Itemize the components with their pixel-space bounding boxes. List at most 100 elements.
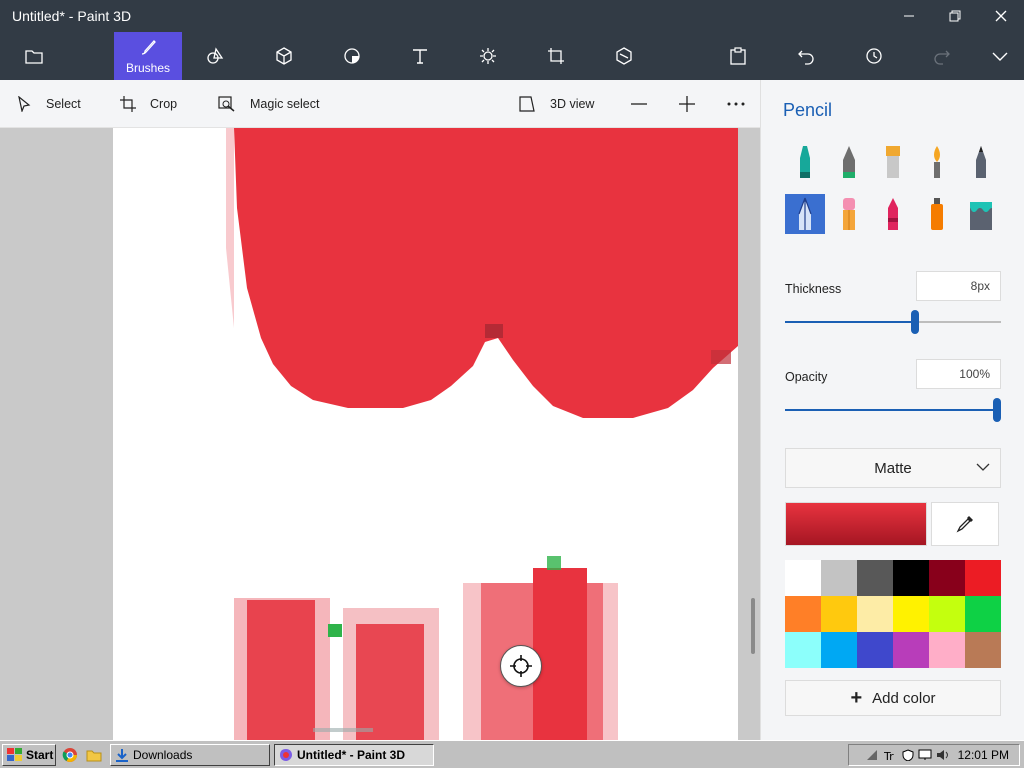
palette-swatch[interactable] <box>821 560 857 596</box>
ribbon: Brushes <box>0 32 1024 80</box>
eyedropper-button[interactable] <box>931 502 999 546</box>
tab-3d-library[interactable] <box>590 32 658 80</box>
drawing-canvas[interactable] <box>113 128 738 740</box>
3d-view-icon <box>519 96 535 112</box>
palette-swatch[interactable] <box>893 560 929 596</box>
pixel-pen-icon <box>798 197 812 230</box>
marker-icon <box>800 146 810 178</box>
palette-swatch[interactable] <box>857 596 893 632</box>
zoom-in-button[interactable] <box>678 80 710 128</box>
3d-library-icon <box>616 47 632 65</box>
tab-canvas[interactable] <box>522 32 590 80</box>
spray-can-tool[interactable] <box>917 194 957 234</box>
opacity-input[interactable]: 100% <box>916 359 1001 389</box>
menu-button[interactable] <box>0 32 68 80</box>
text-icon <box>413 49 427 64</box>
tab-3d-shapes[interactable] <box>250 32 318 80</box>
language-icon[interactable]: Tr <box>884 749 898 761</box>
opacity-slider-thumb[interactable] <box>993 398 1001 422</box>
eraser-icon <box>843 198 855 230</box>
download-arrow-icon <box>116 749 128 762</box>
taskbar-downloads-label: Downloads <box>133 748 193 762</box>
palette-swatch[interactable] <box>893 596 929 632</box>
rotate-handle[interactable] <box>500 645 542 687</box>
zoom-out-button[interactable] <box>630 80 662 128</box>
marker-tool[interactable] <box>785 142 825 182</box>
start-button[interactable]: Start <box>2 744 56 766</box>
2d-shapes-icon <box>207 47 224 64</box>
canvas-area[interactable] <box>0 128 760 740</box>
opacity-slider-fill <box>785 409 1001 411</box>
3d-view-button[interactable]: 3D view <box>518 80 594 128</box>
tab-text[interactable] <box>386 32 454 80</box>
pixel-pen-tool[interactable] <box>785 194 825 234</box>
palette-swatch[interactable] <box>929 632 965 668</box>
paste-icon <box>730 47 746 65</box>
palette-swatch[interactable] <box>785 596 821 632</box>
tab-brushes-label: Brushes <box>125 60 171 75</box>
palette-swatch[interactable] <box>965 632 1001 668</box>
paste-button[interactable] <box>704 32 772 80</box>
undo-icon <box>798 50 814 65</box>
select-button[interactable]: Select <box>16 80 81 128</box>
minimize-button[interactable] <box>886 0 932 32</box>
chrome-quicklaunch-icon[interactable] <box>62 747 78 768</box>
eraser-tool[interactable] <box>829 194 869 234</box>
palette-swatch[interactable] <box>821 632 857 668</box>
undo-button[interactable] <box>772 32 840 80</box>
taskbar-downloads[interactable]: Downloads <box>110 744 270 766</box>
thickness-input[interactable]: 8px <box>916 271 1001 301</box>
oil-brush-tool[interactable] <box>873 142 913 182</box>
magic-select-button[interactable]: Magic select <box>218 80 319 128</box>
plus-icon <box>679 96 695 112</box>
fill-tool[interactable] <box>961 194 1001 234</box>
close-button[interactable] <box>978 0 1024 32</box>
add-color-button[interactable]: + Add color <box>785 680 1001 716</box>
brush-panel: Pencil Thickness 8px Opacity 100% Matte … <box>760 80 1024 740</box>
tab-brushes[interactable]: Brushes <box>114 32 182 80</box>
thickness-slider-thumb[interactable] <box>911 310 919 334</box>
palette-swatch[interactable] <box>785 560 821 596</box>
palette-swatch[interactable] <box>821 596 857 632</box>
tab-2d-shapes[interactable] <box>182 32 250 80</box>
palette-swatch[interactable] <box>965 596 1001 632</box>
opacity-slider[interactable] <box>785 398 1001 422</box>
windows-logo-icon <box>7 748 22 761</box>
thickness-slider[interactable] <box>785 310 1001 334</box>
tab-stickers[interactable] <box>318 32 386 80</box>
crayon-tool[interactable] <box>873 194 913 234</box>
calligraphy-pen-tool[interactable] <box>829 142 869 182</box>
watercolor-tool[interactable] <box>917 142 957 182</box>
palette-swatch[interactable] <box>893 632 929 668</box>
restore-button[interactable] <box>932 0 978 32</box>
palette-swatch[interactable] <box>965 560 1001 596</box>
explorer-quicklaunch-icon[interactable] <box>86 747 102 768</box>
pencil-tool[interactable] <box>961 142 1001 182</box>
palette-swatch[interactable] <box>785 632 821 668</box>
palette-swatch[interactable] <box>857 632 893 668</box>
computer-icon[interactable] <box>918 749 932 761</box>
start-label: Start <box>26 748 54 762</box>
palette-swatch[interactable] <box>929 596 965 632</box>
svg-text:Tr: Tr <box>884 750 894 761</box>
finish-dropdown[interactable]: Matte <box>785 448 1001 488</box>
select-label: Select <box>46 97 81 111</box>
eyedropper-icon <box>956 516 973 533</box>
taskbar-paint3d[interactable]: Untitled* - Paint 3D <box>274 744 434 766</box>
opacity-label: Opacity <box>785 370 828 384</box>
more-options-button[interactable] <box>726 80 760 128</box>
volume-icon[interactable] <box>936 749 950 761</box>
history-button[interactable] <box>840 32 908 80</box>
crop-button[interactable]: Crop <box>120 80 177 128</box>
clock[interactable]: 12:01 PM <box>958 748 1009 762</box>
expand-button[interactable] <box>966 32 1024 80</box>
palette-swatch[interactable] <box>929 560 965 596</box>
network-icon[interactable] <box>866 749 878 761</box>
tab-effects[interactable] <box>454 32 522 80</box>
select-icon <box>18 96 31 112</box>
canvas-scrollbar[interactable] <box>751 598 755 654</box>
shield-icon[interactable] <box>902 749 914 761</box>
palette-swatch[interactable] <box>857 560 893 596</box>
current-color-swatch[interactable] <box>785 502 927 546</box>
canvas-icon <box>548 48 564 64</box>
